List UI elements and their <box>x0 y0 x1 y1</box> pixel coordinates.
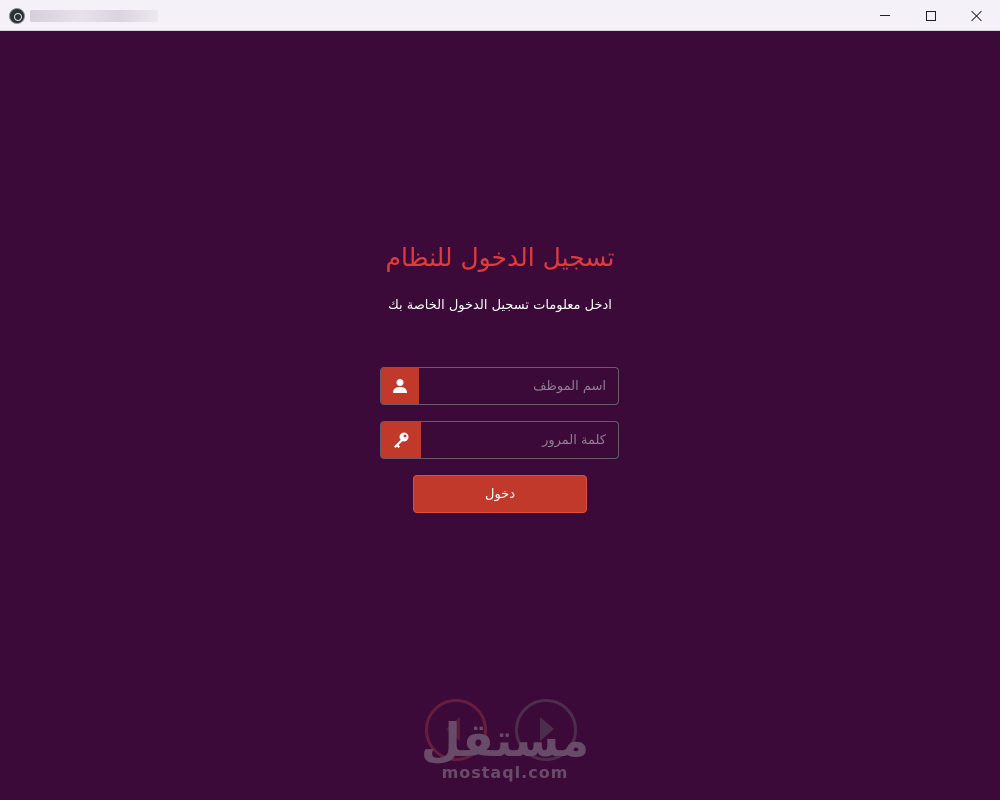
watermark-arabic-text: مستقل <box>420 713 590 767</box>
login-subtitle: ادخل معلومات تسجيل الدخول الخاصة بك <box>388 298 612 313</box>
app-icon <box>9 8 25 24</box>
minimize-icon <box>880 15 890 16</box>
password-input[interactable] <box>421 422 618 458</box>
close-button[interactable] <box>954 0 1000 31</box>
key-icon <box>381 422 421 458</box>
window-titlebar <box>0 0 1000 31</box>
minimize-button[interactable] <box>862 0 908 31</box>
watermark-latin-text: mostaql.com <box>441 763 569 782</box>
username-field[interactable] <box>380 367 619 405</box>
maximize-icon <box>926 10 936 21</box>
login-title: تسجيل الدخول للنظام <box>385 243 615 272</box>
window-title-redacted <box>30 10 158 22</box>
maximize-button[interactable] <box>908 0 954 31</box>
close-icon <box>971 10 983 22</box>
password-field[interactable] <box>380 421 619 459</box>
mostaql-watermark: مستقل mostaql.com <box>420 695 590 790</box>
username-input[interactable] <box>421 368 618 404</box>
user-icon <box>381 368 419 404</box>
login-button[interactable]: دخول <box>413 475 587 513</box>
